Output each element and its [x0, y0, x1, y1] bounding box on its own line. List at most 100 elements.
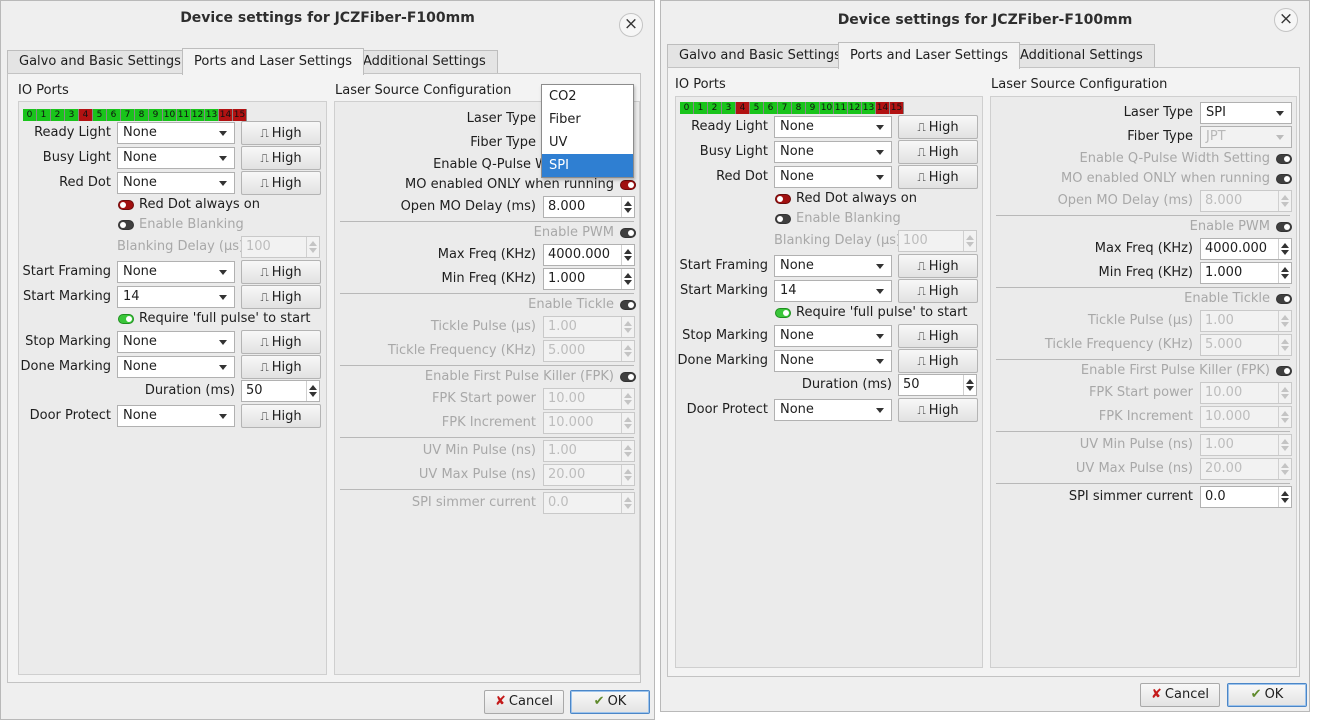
close-button[interactable]: ×	[619, 13, 643, 37]
uv-min-pulse-spinbox[interactable]: 1.00	[543, 440, 635, 462]
enable-pwm-toggle[interactable]	[1276, 222, 1292, 232]
cancel-button[interactable]: ✘ Cancel	[1140, 683, 1220, 707]
mo-enabled-toggle[interactable]	[620, 180, 636, 190]
fpk-increment-spinbox[interactable]: 10.000	[1200, 406, 1292, 428]
fpk-start-power-spinbox[interactable]: 10.00	[1200, 382, 1292, 404]
ok-button[interactable]: ✔ OK	[570, 690, 650, 714]
duration-spinbox[interactable]: 50	[898, 374, 977, 396]
blanking-delay-spinbox[interactable]: 100	[898, 230, 977, 252]
done-marking-high-button[interactable]: ⎍ High	[241, 355, 321, 379]
tab-ports-laser[interactable]: Ports and Laser Settings	[838, 42, 1021, 69]
fpk-start-power-spinbox[interactable]: 10.00	[543, 388, 635, 410]
mo-enabled-toggle[interactable]	[1276, 174, 1292, 184]
tickle-pulse-label: Tickle Pulse (µs)	[1087, 313, 1193, 328]
door-protect-select[interactable]: None	[117, 405, 235, 427]
stop-marking-high-button[interactable]: ⎍ High	[898, 324, 978, 348]
tab-ports-laser[interactable]: Ports and Laser Settings	[182, 48, 365, 75]
tab-additional[interactable]: Additional Settings	[351, 50, 498, 74]
ready-light-select[interactable]: None	[774, 116, 892, 138]
tickle-pulse-spinbox[interactable]: 1.00	[543, 316, 635, 338]
stop-marking-high-button[interactable]: ⎍ High	[241, 330, 321, 354]
busy-light-select[interactable]: None	[117, 147, 235, 169]
laser-type-option-fiber[interactable]: Fiber	[542, 108, 633, 131]
enable-pwm-toggle[interactable]	[620, 228, 636, 238]
red-dot-high-button[interactable]: ⎍ High	[898, 165, 978, 189]
start-framing-select[interactable]: None	[774, 255, 892, 277]
separator	[996, 483, 1290, 484]
blanking-delay-spinbox[interactable]: 100	[241, 236, 320, 258]
duration-spinbox[interactable]: 50	[241, 380, 320, 402]
uv-max-pulse-spinbox[interactable]: 20.00	[543, 464, 635, 486]
door-protect-high-button[interactable]: ⎍ High	[241, 404, 321, 428]
red-dot-always-on-toggle[interactable]	[775, 194, 791, 204]
min-freq-spinbox[interactable]: 1.000	[1200, 262, 1292, 284]
start-marking-select[interactable]: 14	[774, 280, 892, 302]
red-dot-high-button[interactable]: ⎍ High	[241, 171, 321, 195]
enable-blanking-toggle[interactable]	[118, 220, 134, 230]
require-full-pulse-toggle[interactable]	[775, 308, 791, 318]
min-freq-spinbox[interactable]: 1.000	[543, 268, 635, 290]
chevron-down-icon	[219, 270, 227, 275]
enable-blanking-toggle[interactable]	[775, 214, 791, 224]
ready-light-high-button[interactable]: ⎍ High	[898, 115, 978, 139]
max-freq-spinbox[interactable]: 4000.000	[1200, 238, 1292, 260]
laser-type-option-uv[interactable]: UV	[542, 131, 633, 154]
enable-tickle-toggle[interactable]	[1276, 294, 1292, 304]
door-protect-label: Door Protect	[29, 408, 111, 423]
start-framing-high-button[interactable]: ⎍ High	[241, 260, 321, 284]
cancel-button[interactable]: ✘ Cancel	[484, 690, 564, 714]
door-protect-select[interactable]: None	[774, 399, 892, 421]
start-marking-select[interactable]: 14	[117, 286, 235, 308]
chevron-down-icon	[219, 295, 227, 300]
tab-galvo-basic[interactable]: Galvo and Basic Settings	[7, 50, 193, 74]
start-framing-select[interactable]: None	[117, 261, 235, 283]
red-dot-always-on-toggle[interactable]	[118, 200, 134, 210]
spi-simmer-spinbox[interactable]: 0.0	[1200, 486, 1292, 508]
busy-light-high-button[interactable]: ⎍ High	[898, 140, 978, 164]
laser-type-select[interactable]: SPI	[1200, 102, 1292, 124]
fiber-type-select[interactable]: JPT	[1200, 126, 1292, 148]
require-full-pulse-toggle[interactable]	[118, 314, 134, 324]
ready-light-select[interactable]: None	[117, 122, 235, 144]
io-pin-1: 1	[694, 102, 708, 114]
enable-tickle-toggle[interactable]	[620, 300, 636, 310]
open-mo-delay-spinbox[interactable]: 8.000	[1200, 190, 1292, 212]
pulse-icon: ⎍	[260, 265, 269, 279]
ok-button[interactable]: ✔ OK	[1227, 683, 1307, 707]
red-dot-select[interactable]: None	[774, 166, 892, 188]
fpk-increment-spinbox[interactable]: 10.000	[543, 412, 635, 434]
stop-marking-select[interactable]: None	[117, 331, 235, 353]
open-mo-delay-spinbox[interactable]: 8.000	[543, 196, 635, 218]
start-marking-high-button[interactable]: ⎍ High	[241, 285, 321, 309]
enable-qpulse-toggle[interactable]	[1276, 154, 1292, 164]
done-marking-high-button[interactable]: ⎍ High	[898, 349, 978, 373]
io-pin-2: 2	[51, 109, 65, 121]
laser-type-option-co2[interactable]: CO2	[542, 85, 633, 108]
spi-simmer-spinbox[interactable]: 0.0	[543, 492, 635, 514]
enable-fpk-toggle[interactable]	[1276, 366, 1292, 376]
tab-additional[interactable]: Additional Settings	[1008, 44, 1155, 68]
stop-marking-select[interactable]: None	[774, 325, 892, 347]
done-marking-select[interactable]: None	[774, 350, 892, 372]
max-freq-spinbox[interactable]: 4000.000	[543, 244, 635, 266]
busy-light-select[interactable]: None	[774, 141, 892, 163]
uv-min-pulse-spinbox[interactable]: 1.00	[1200, 434, 1292, 456]
done-marking-select[interactable]: None	[117, 356, 235, 378]
mo-enabled-label: MO enabled ONLY when running	[1061, 171, 1270, 186]
red-dot-select[interactable]: None	[117, 172, 235, 194]
tickle-pulse-spinbox[interactable]: 1.00	[1200, 310, 1292, 332]
tab-galvo-basic[interactable]: Galvo and Basic Settings	[667, 44, 853, 68]
spin-down-icon	[1281, 250, 1289, 255]
tickle-frequency-spinbox[interactable]: 5.000	[543, 340, 635, 362]
tickle-frequency-spinbox[interactable]: 5.000	[1200, 334, 1292, 356]
door-protect-high-button[interactable]: ⎍ High	[898, 398, 978, 422]
ready-light-high-button[interactable]: ⎍ High	[241, 121, 321, 145]
laser-type-option-spi[interactable]: SPI	[542, 154, 633, 177]
start-marking-high-button[interactable]: ⎍ High	[898, 279, 978, 303]
busy-light-high-button[interactable]: ⎍ High	[241, 146, 321, 170]
uv-max-pulse-spinbox[interactable]: 20.00	[1200, 458, 1292, 480]
close-button[interactable]: ×	[1274, 8, 1298, 32]
enable-fpk-toggle[interactable]	[620, 372, 636, 382]
start-framing-high-button[interactable]: ⎍ High	[898, 254, 978, 278]
red-dot-label: Red Dot	[716, 169, 768, 184]
